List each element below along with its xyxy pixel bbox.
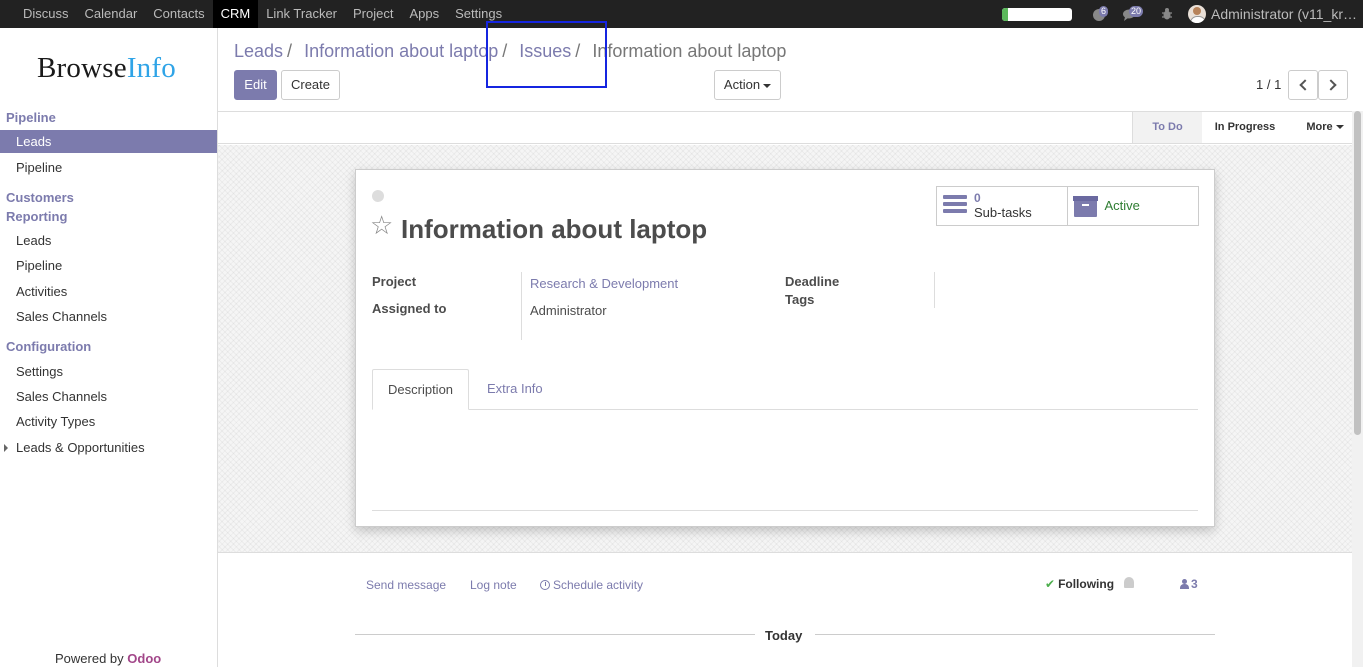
tasks-icon	[943, 195, 967, 215]
bell-icon[interactable]	[1124, 577, 1134, 588]
menu-apps[interactable]: Apps	[401, 0, 447, 28]
description-field[interactable]	[372, 510, 1198, 511]
menu-settings[interactable]: Settings	[447, 0, 510, 28]
sidebar-item-settings[interactable]: Settings	[0, 360, 217, 383]
top-navbar: Discuss Calendar Contacts CRM Link Track…	[0, 0, 1363, 28]
project-field[interactable]: Research & Development	[530, 276, 678, 291]
sidebar-item-config-sales-channels[interactable]: Sales Channels	[0, 385, 217, 408]
clock-icon	[540, 580, 550, 590]
today-separator: Today	[765, 628, 803, 643]
tab-description[interactable]: Description	[372, 369, 470, 410]
breadcrumb: Leads / Information about laptop / Issues /…	[234, 41, 787, 61]
sidebar-header-reporting[interactable]: Reporting	[6, 209, 67, 224]
app-menu: Discuss Calendar Contacts CRM Link Track…	[0, 0, 510, 28]
activity-badge: 6	[1099, 6, 1109, 17]
chevron-right-icon	[1325, 79, 1337, 91]
user-menu[interactable]: Administrator (v11_krutarth)	[1211, 6, 1363, 22]
star-icon[interactable]: ☆	[370, 210, 393, 240]
field-divider	[934, 272, 935, 308]
user-avatar[interactable]	[1188, 5, 1206, 23]
systray: 6 20 Administrator (v11_krutarth)	[1002, 0, 1363, 28]
breadcrumb-leads[interactable]: Leads	[234, 41, 283, 61]
odoo-link[interactable]: Odoo	[127, 651, 161, 666]
breadcrumb-current: Information about laptop	[592, 41, 787, 61]
divider-line	[355, 634, 755, 635]
stage-more-dropdown[interactable]: More	[1300, 112, 1350, 143]
edit-button[interactable]: Edit	[234, 70, 277, 100]
check-icon: ✔	[1045, 577, 1056, 591]
messages-badge: 20	[1129, 6, 1144, 17]
menu-crm[interactable]: CRM	[212, 0, 259, 28]
scrollbar-thumb[interactable]	[1354, 111, 1361, 435]
deadline-label: Deadline	[785, 274, 840, 289]
active-label: Active	[1104, 198, 1140, 213]
stage-todo[interactable]: To Do	[1132, 112, 1202, 143]
sidebar: BrowseInfo Pipeline Leads Pipeline Custo…	[0, 28, 218, 667]
tab-extra-info[interactable]: Extra Info	[472, 369, 558, 410]
messages-icon[interactable]: 20	[1122, 5, 1146, 23]
sidebar-item-activities[interactable]: Activities	[0, 280, 217, 303]
kanban-state-icon[interactable]	[372, 190, 384, 202]
form-sheet: ☆ Information about laptop 0 Sub-tasks A…	[355, 169, 1215, 527]
powered-by: Powered by Odoo	[55, 651, 162, 666]
log-note-button[interactable]: Log note	[470, 578, 517, 592]
send-message-button[interactable]: Send message	[366, 578, 446, 592]
sidebar-header-customers[interactable]: Customers	[6, 190, 74, 205]
sidebar-item-reporting-sales-channels[interactable]: Sales Channels	[0, 305, 217, 328]
pager-next-button[interactable]	[1318, 70, 1348, 100]
activity-icon[interactable]: 6	[1092, 5, 1110, 23]
page-scrollbar[interactable]	[1352, 111, 1363, 667]
schedule-activity-button[interactable]: Schedule activity	[540, 578, 643, 592]
record-title: Information about laptop	[401, 214, 708, 244]
sidebar-item-leads[interactable]: Leads	[0, 130, 217, 153]
archive-icon	[1072, 196, 1098, 217]
user-icon	[1180, 579, 1189, 589]
sidebar-item-reporting-leads[interactable]: Leads	[0, 229, 217, 252]
action-dropdown[interactable]: Action	[714, 70, 781, 100]
sidebar-item-leads-opportunities[interactable]: Leads & Opportunities	[0, 436, 217, 459]
menu-calendar[interactable]: Calendar	[77, 0, 146, 28]
subtasks-count: 0	[974, 191, 981, 205]
assigned-field[interactable]: Administrator	[530, 303, 607, 318]
button-box: 0 Sub-tasks Active	[936, 186, 1199, 226]
following-button[interactable]: ✔ Following	[1045, 577, 1114, 591]
subtasks-button[interactable]: 0 Sub-tasks	[937, 187, 1068, 225]
breadcrumb-lead-record[interactable]: Information about laptop	[304, 41, 498, 61]
pager-value[interactable]: 1 / 1	[1256, 77, 1281, 92]
sidebar-item-activity-types[interactable]: Activity Types	[0, 410, 217, 433]
bug-icon[interactable]	[1158, 5, 1176, 23]
tags-label: Tags	[785, 292, 815, 307]
sidebar-item-pipeline[interactable]: Pipeline	[0, 156, 217, 179]
pager-previous-button[interactable]	[1288, 70, 1318, 100]
menu-link-tracker[interactable]: Link Tracker	[258, 0, 345, 28]
assigned-label: Assigned to	[372, 301, 447, 316]
company-logo: BrowseInfo	[37, 52, 176, 84]
field-divider	[521, 272, 522, 340]
active-toggle-button[interactable]: Active	[1068, 187, 1199, 225]
progress-indicator	[1002, 7, 1072, 21]
sidebar-header-configuration[interactable]: Configuration	[6, 339, 91, 354]
menu-discuss[interactable]: Discuss	[0, 0, 77, 28]
followers-button[interactable]: 3	[1180, 577, 1198, 591]
stage-in-progress[interactable]: In Progress	[1202, 112, 1288, 143]
stage-statusbar: To Do In Progress More	[218, 111, 1352, 144]
menu-contacts[interactable]: Contacts	[145, 0, 212, 28]
divider-line	[815, 634, 1215, 635]
menu-project[interactable]: Project	[345, 0, 401, 28]
create-button[interactable]: Create	[281, 70, 340, 100]
caret-down-icon	[763, 83, 772, 88]
breadcrumb-issues[interactable]: Issues	[519, 41, 571, 61]
subtasks-label: Sub-tasks	[974, 205, 1032, 220]
caret-right-icon	[4, 444, 8, 452]
sidebar-header-pipeline[interactable]: Pipeline	[6, 110, 56, 125]
sidebar-item-reporting-pipeline[interactable]: Pipeline	[0, 254, 217, 277]
notebook-tabs: Description Extra Info	[372, 369, 1198, 410]
chevron-left-icon	[1299, 79, 1311, 91]
caret-down-icon	[1335, 125, 1344, 130]
project-label: Project	[372, 274, 417, 289]
